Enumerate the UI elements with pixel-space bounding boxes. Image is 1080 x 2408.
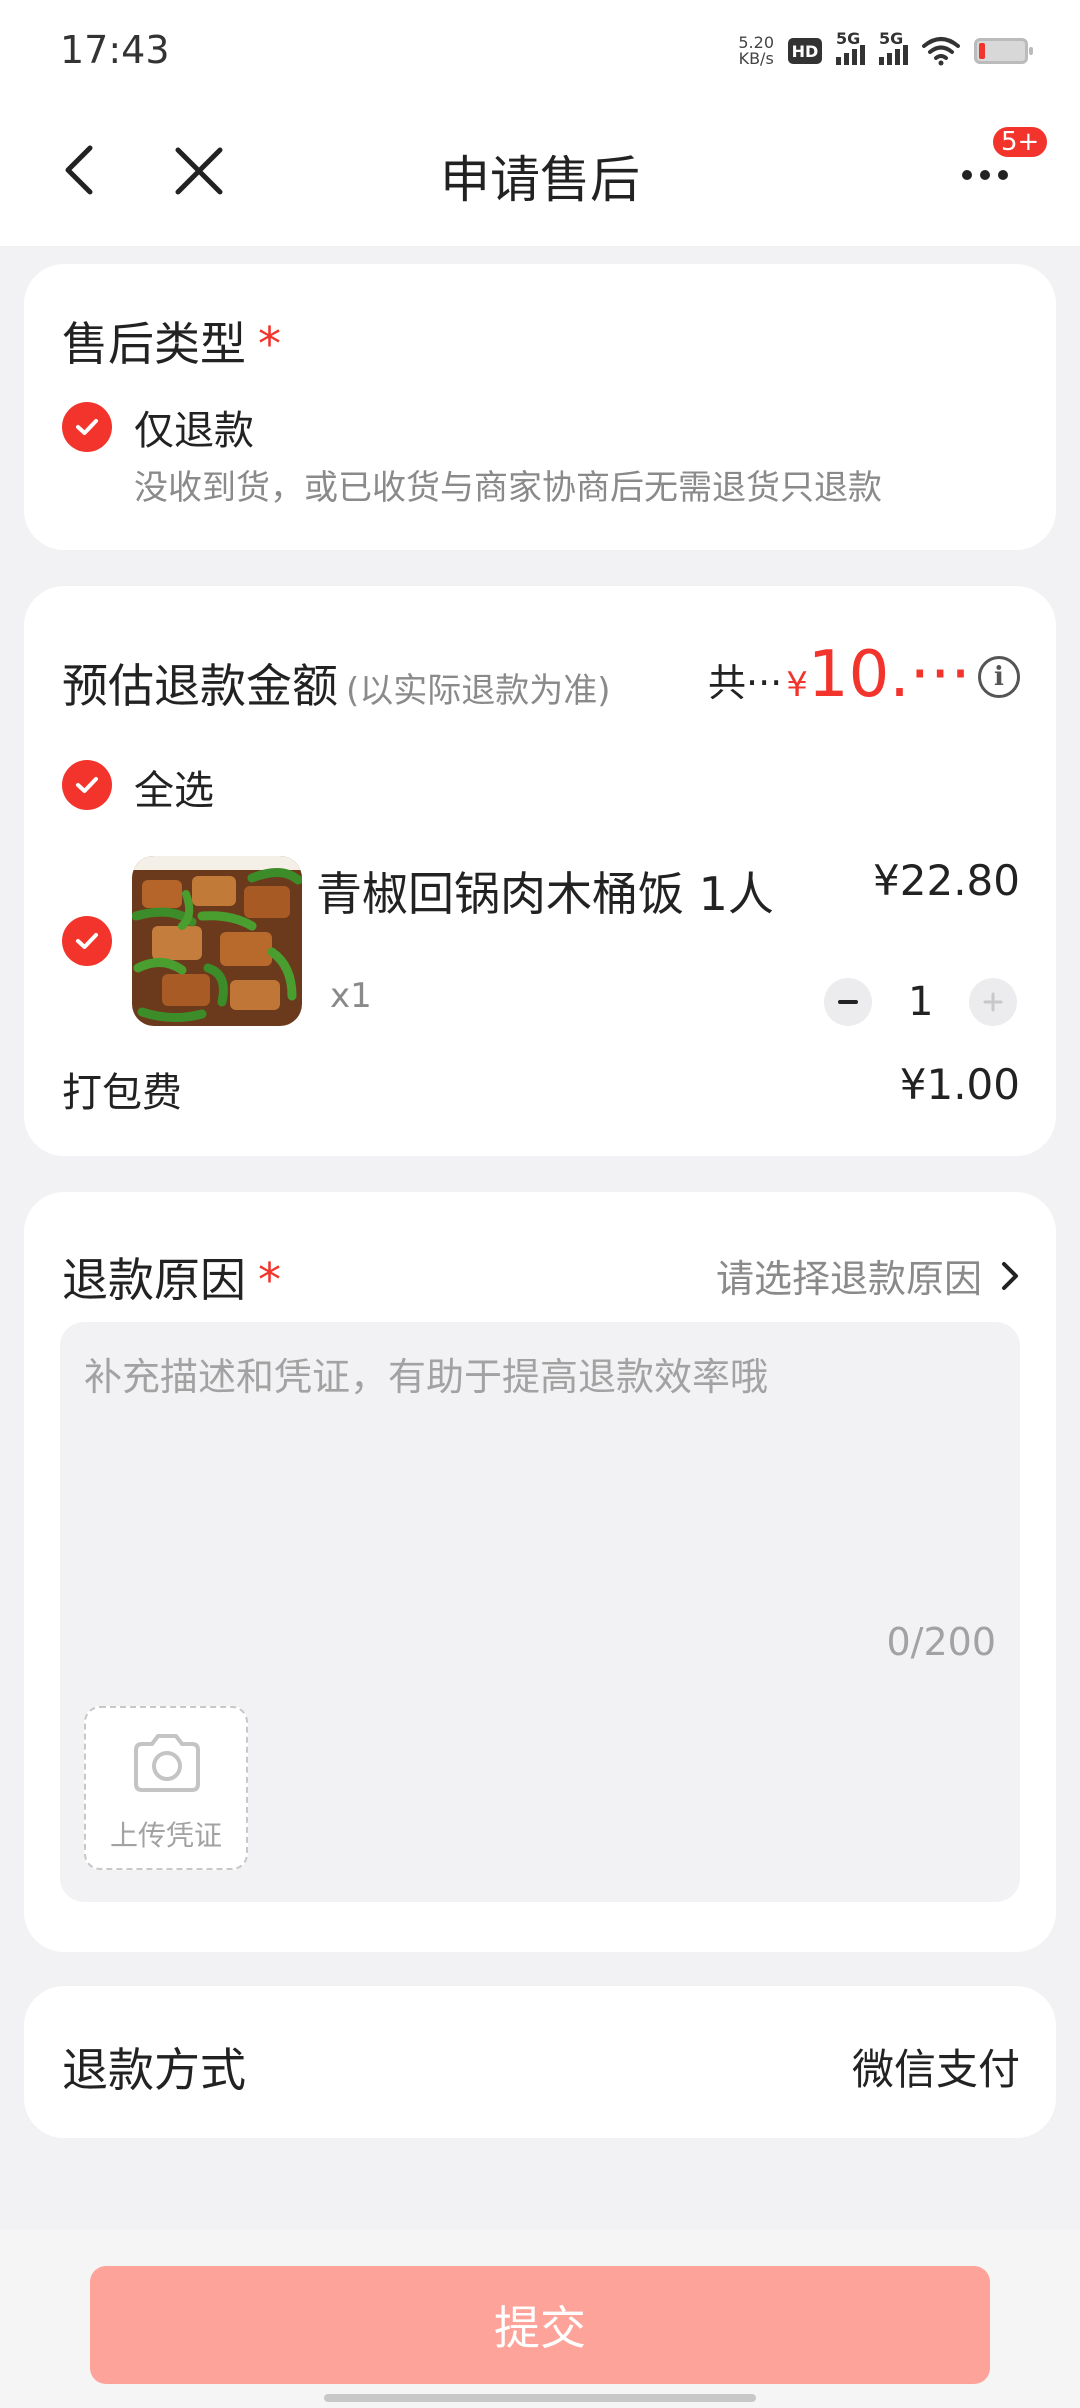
refund-reason-title: 退款原因 *: [62, 1253, 281, 1307]
packing-fee-price: ¥1.00: [899, 1060, 1020, 1109]
status-time: 17:43: [60, 28, 170, 72]
product-name: 青椒回锅肉木桶饭 1人: [316, 867, 772, 921]
refund-method-label: 退款方式: [62, 2043, 246, 2097]
refund-reason-selector[interactable]: 请选择退款原因: [716, 1248, 1020, 1303]
char-counter: 0/200: [886, 1620, 996, 1664]
quantity-stepper: 1: [824, 978, 1018, 1026]
total-label: 共···: [708, 661, 783, 705]
refund-total: 共··· ¥ 10.···: [708, 638, 971, 712]
more-icon[interactable]: [958, 160, 1018, 200]
page-title: 申请售后: [440, 151, 640, 209]
network-speed: 5.20 KB/s: [738, 33, 774, 68]
refund-amount-subtitle: (以实际退款为准): [346, 671, 611, 711]
required-mark: *: [258, 317, 281, 371]
wifi-icon: [922, 37, 960, 66]
product-price: ¥22.80: [873, 856, 1020, 905]
refund-method-card[interactable]: 退款方式 微信支付: [24, 1986, 1056, 2138]
refund-only-description: 没收到货，或已收货与商家协商后无需退货只退款: [134, 468, 882, 508]
chevron-right-icon: [1002, 1261, 1018, 1290]
description-placeholder: 补充描述和凭证，有助于提高退款效率哦: [84, 1355, 769, 1399]
refund-amount-title: 预估退款金额 (以实际退款为准): [62, 659, 611, 713]
upload-proof-label: 上传凭证: [109, 1819, 222, 1852]
total-amount: 10.···: [807, 638, 971, 712]
signal-icon: 5G: [879, 29, 908, 65]
bottom-bar: 提交: [0, 2230, 1080, 2408]
notification-badge: 5+: [990, 124, 1051, 160]
after-sale-type-title: 售后类型 *: [62, 317, 281, 371]
check-icon: [76, 419, 98, 435]
upload-proof-button[interactable]: 上传凭证: [84, 1706, 248, 1870]
battery-icon: [974, 38, 1033, 64]
info-icon[interactable]: i: [978, 656, 1020, 698]
select-all-label[interactable]: 全选: [134, 758, 214, 816]
status-bar: 17:43 5.20 KB/s HD 5G 5G: [0, 0, 1080, 100]
signal-icon: 5G: [836, 29, 865, 65]
product-image: [132, 856, 302, 1026]
hd-icon: HD: [788, 38, 822, 64]
packing-fee-label: 打包费: [62, 1070, 182, 1116]
refund-amount-card: 预估退款金额 (以实际退款为准) 共··· ¥ 10.··· i 全选 青椒回锅肉…: [24, 586, 1056, 1156]
check-icon: [76, 777, 98, 793]
refund-only-label[interactable]: 仅退款: [134, 398, 254, 456]
description-textarea[interactable]: 补充描述和凭证，有助于提高退款效率哦 0/200 上传凭证: [60, 1322, 1020, 1902]
refund-reason-placeholder: 请选择退款原因: [715, 1257, 982, 1301]
product-quantity: x1: [330, 976, 372, 1016]
minus-icon: [838, 1000, 858, 1004]
check-icon: [76, 933, 98, 949]
submit-button[interactable]: 提交: [90, 2266, 990, 2384]
camera-icon: [134, 1734, 200, 1792]
home-indicator[interactable]: [324, 2394, 756, 2402]
total-currency: ¥: [786, 665, 808, 705]
stepper-value: 1: [908, 979, 934, 1025]
refund-only-checkbox[interactable]: [62, 402, 112, 452]
plus-button[interactable]: [969, 978, 1018, 1026]
refund-method-value: 微信支付: [851, 2045, 1020, 2094]
required-mark: *: [258, 1253, 281, 1307]
status-icons: 5.20 KB/s HD 5G 5G: [738, 28, 1033, 74]
after-sale-type-card: 售后类型 * 仅退款 没收到货，或已收货与商家协商后无需退货只退款: [24, 264, 1056, 550]
nav-bar: 申请售后 5+: [0, 100, 1080, 246]
select-all-checkbox[interactable]: [62, 760, 112, 810]
refund-reason-card: 退款原因 * 请选择退款原因 补充描述和凭证，有助于提高退款效率哦 0/200 上…: [24, 1192, 1056, 1952]
plus-icon: [983, 992, 1003, 1012]
minus-button[interactable]: [824, 978, 872, 1026]
item-checkbox[interactable]: [62, 916, 112, 966]
